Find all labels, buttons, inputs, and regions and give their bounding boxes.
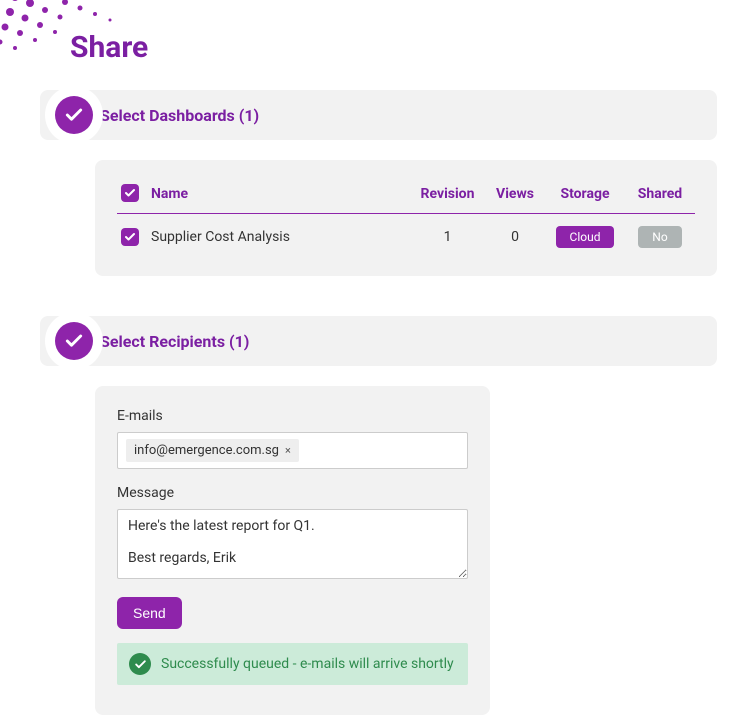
col-storage: Storage [545,178,625,214]
remove-email-icon[interactable]: × [285,444,291,457]
storage-pill[interactable]: Cloud [556,226,615,248]
cell-views: 0 [485,214,545,249]
page-title: Share [0,0,732,65]
email-chip-text: info@emergence.com.sg [134,443,279,458]
dashboards-table-panel: Name Revision Views Storage Shared Suppl… [95,160,717,276]
cell-revision: 1 [410,214,485,249]
select-all-checkbox[interactable] [121,184,139,202]
col-revision: Revision [410,178,485,214]
col-name: Name [147,178,410,214]
row-checkbox[interactable] [121,228,139,246]
success-banner: Successfully queued - e-mails will arriv… [117,643,468,685]
recipients-panel: E-mails info@emergence.com.sg × Message … [95,386,490,715]
message-label: Message [117,485,468,501]
col-views: Views [485,178,545,214]
message-textarea[interactable] [117,509,468,579]
dashboards-section-header: Select Dashboards (1) [40,90,717,140]
cell-name: Supplier Cost Analysis [147,214,410,249]
email-chip: info@emergence.com.sg × [126,439,299,462]
col-shared: Shared [625,178,695,214]
emails-input[interactable]: info@emergence.com.sg × [117,432,468,469]
emails-label: E-mails [117,408,468,424]
check-circle-icon [55,96,93,134]
dashboards-table: Name Revision Views Storage Shared Suppl… [117,178,695,248]
table-row: Supplier Cost Analysis 1 0 Cloud No [117,214,695,249]
send-button[interactable]: Send [117,597,182,629]
recipients-section-header: Select Recipients (1) [40,316,717,366]
shared-pill: No [638,226,681,248]
check-circle-icon [55,322,93,360]
recipients-section-title: Select Recipients (1) [100,332,249,351]
success-text: Successfully queued - e-mails will arriv… [161,656,454,672]
success-check-icon [129,653,151,675]
dashboards-section-title: Select Dashboards (1) [100,106,259,125]
